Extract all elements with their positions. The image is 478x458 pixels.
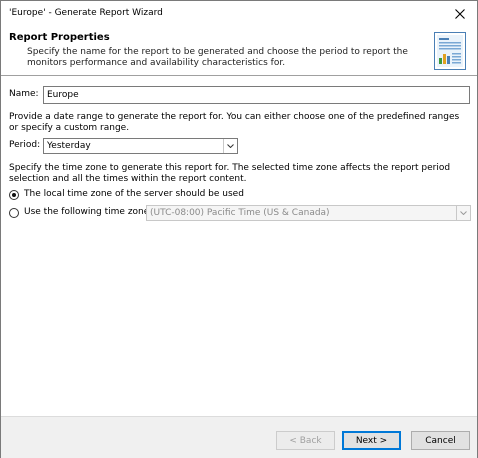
time-zone-dropdown-arrow[interactable] [456,206,470,220]
close-icon [455,9,465,19]
back-button[interactable]: < Back [276,431,335,450]
report-icon [434,32,466,70]
cancel-button[interactable]: Cancel [411,431,470,450]
date-range-description: Provide a date range to generate the rep… [9,112,460,133]
radio-local-time-zone[interactable]: The local time zone of the server should… [9,189,471,203]
period-label: Period: [9,140,41,150]
close-button[interactable] [443,1,477,27]
next-button[interactable]: Next > [342,431,401,450]
radio-local-label[interactable]: The local time zone of the server should… [24,189,244,199]
radio-local-button[interactable] [9,190,19,200]
window-title: 'Europe' - Generate Report Wizard [9,8,163,18]
title-bar: 'Europe' - Generate Report Wizard [1,1,477,27]
name-row: Name: Europe [9,86,471,104]
wizard-header: Report Properties Specify the name for t… [1,27,477,75]
time-zone-description: Specify the time zone to generate this r… [9,163,451,184]
period-value: Yesterday [47,141,91,151]
name-input[interactable]: Europe [43,86,470,104]
period-select[interactable]: Yesterday [43,138,238,154]
period-dropdown-arrow[interactable] [223,139,237,153]
time-zone-select[interactable]: (UTC-08:00) Pacific Time (US & Canada) [146,205,471,221]
wizard-footer: < Back Next > Cancel [1,416,477,458]
page-title: Report Properties [9,32,110,43]
wizard-body: Name: Europe Provide a date range to gen… [1,76,477,416]
chevron-down-icon [460,211,467,215]
time-zone-value: (UTC-08:00) Pacific Time (US & Canada) [150,208,330,218]
name-label: Name: [9,89,39,99]
page-description: Specify the name for the report to be ge… [27,47,408,68]
radio-custom-button[interactable] [9,208,19,218]
wizard-window: 'Europe' - Generate Report Wizard Report… [0,0,478,458]
chevron-down-icon [227,144,234,148]
radio-custom-label[interactable]: Use the following time zone: [24,207,152,217]
